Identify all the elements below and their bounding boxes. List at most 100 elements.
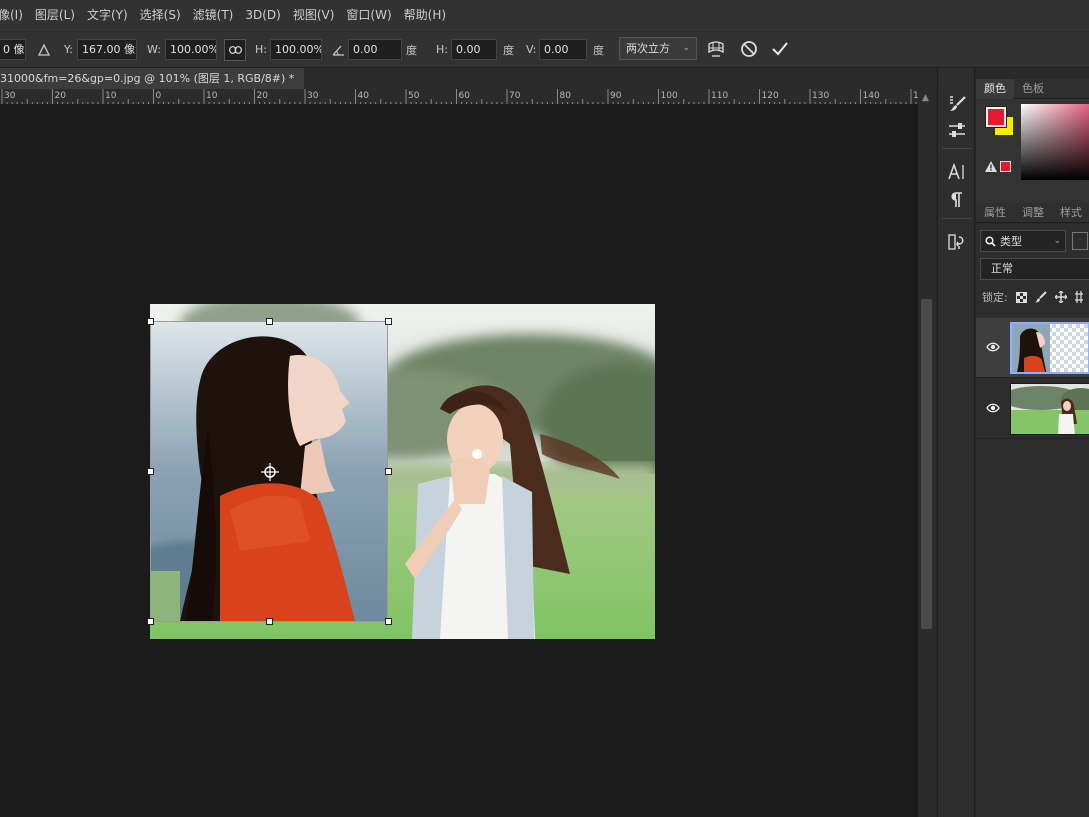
ruler-label: 70: [509, 91, 521, 101]
interpolation-value: 两次立方: [626, 42, 670, 55]
right-panels: 颜色 色板 属性 调整 样式 类型 ⌄ 正常 锁定:: [976, 68, 1089, 817]
ruler-label: 60: [459, 91, 471, 101]
lock-transparent-icon[interactable]: [1015, 291, 1027, 303]
link-icon: [228, 45, 242, 54]
layer-thumbnail: [1010, 322, 1089, 374]
menu-view[interactable]: 视图(V): [287, 0, 341, 31]
blend-mode-select[interactable]: 正常: [980, 258, 1089, 280]
ruler-label: 50: [408, 91, 420, 101]
chevron-down-icon: ⌄: [1053, 236, 1061, 246]
brush-settings-icon[interactable]: [938, 92, 976, 116]
ruler-label: 10: [105, 91, 117, 101]
tab-adjustments[interactable]: 调整: [1014, 203, 1052, 223]
layer-row-layer-1[interactable]: [976, 318, 1089, 378]
height-field[interactable]: 100.00%: [270, 39, 322, 60]
menu-filter[interactable]: 滤镜(T): [187, 0, 240, 31]
vskew-unit: 度: [593, 43, 604, 57]
lock-pixels-icon[interactable]: [1035, 291, 1047, 303]
layers-panel: 类型 ⌄ 正常 锁定:: [976, 224, 1089, 817]
horizontal-ruler: 30 20 10 0 10 20 30 40 50 60 70 80 90 100 110 120 130 140…: [0, 89, 918, 105]
angle-field[interactable]: 0.00: [348, 39, 402, 60]
menu-select[interactable]: 选择(S): [134, 0, 187, 31]
angle-icon: [332, 39, 345, 60]
ruler-label: 10: [206, 91, 218, 101]
tab-swatches[interactable]: 色板: [1014, 79, 1052, 99]
transform-handle-top-right[interactable]: [385, 318, 392, 325]
tab-properties[interactable]: 属性: [976, 203, 1014, 223]
lock-label: 锁定:: [982, 291, 1008, 304]
menu-type[interactable]: 文字(Y): [81, 0, 134, 31]
menu-bar: 像(I) 图层(L) 文字(Y) 选择(S) 滤镜(T) 3D(D) 视图(V)…: [0, 0, 1089, 31]
vskew-label: V:: [526, 43, 537, 56]
reference-point-icon[interactable]: [261, 463, 279, 481]
menu-image[interactable]: 像(I): [0, 0, 29, 31]
layer-row-background[interactable]: [976, 379, 1089, 439]
transform-handle-bottom-left[interactable]: [147, 618, 154, 625]
filter-image-icon[interactable]: [1072, 232, 1088, 250]
adjust-sliders-icon[interactable]: [938, 118, 976, 142]
menu-3d[interactable]: 3D(D): [239, 0, 286, 31]
transform-handle-top[interactable]: [266, 318, 273, 325]
paragraph-icon[interactable]: [938, 188, 976, 212]
transform-handle-bottom-right[interactable]: [385, 618, 392, 625]
search-icon: [985, 235, 996, 247]
lock-artboard-icon[interactable]: [1074, 291, 1083, 303]
document-tab-title: 31000&fm=26&gp=0.jpg @ 101% (图层 1, RGB/8…: [0, 72, 295, 85]
tab-color[interactable]: 颜色: [976, 78, 1014, 99]
transform-handle-bottom[interactable]: [266, 618, 273, 625]
ruler-label: 110: [711, 91, 728, 101]
hskew-unit: 度: [503, 43, 514, 57]
cancel-transform-icon[interactable]: [739, 38, 759, 59]
lock-position-icon[interactable]: [1054, 291, 1067, 303]
gamut-color-chip[interactable]: [1000, 160, 1011, 172]
x-position-field[interactable]: 0 像素: [0, 39, 26, 60]
chevron-down-icon: ⌄: [682, 43, 690, 53]
ruler-label: 90: [610, 91, 622, 101]
foreground-color-swatch[interactable]: [986, 107, 1006, 127]
ruler-ticks: 30 20 10 0 10 20 30 40 50 60 70 80 90 100 110 120 130 140…: [1, 89, 918, 104]
scrollbar-thumb[interactable]: [921, 299, 932, 629]
close-tab-icon[interactable]: ×: [302, 68, 304, 89]
vskew-field[interactable]: 0.00: [539, 39, 587, 60]
angle-unit: 度: [406, 43, 417, 57]
commit-transform-icon[interactable]: [770, 38, 790, 59]
ruler-label: 140: [863, 91, 880, 101]
hskew-field[interactable]: 0.00: [451, 39, 497, 60]
scroll-up-icon[interactable]: ▲: [922, 93, 929, 103]
transform-handle-top-left[interactable]: [147, 318, 154, 325]
out-of-gamut-warning[interactable]: [985, 159, 1015, 173]
ruler-label: 40: [358, 91, 370, 101]
history-icon[interactable]: [938, 230, 976, 254]
color-picker-field[interactable]: [1021, 104, 1089, 180]
options-bar: 0 像素 Y: 167.00 像素 W: 100.00% H: 100.00% …: [0, 31, 1089, 68]
visibility-eye-icon[interactable]: [986, 401, 1000, 415]
visibility-eye-icon[interactable]: [986, 340, 1000, 354]
canvas-vertical-scrollbar[interactable]: ▲: [918, 89, 936, 817]
interpolation-select[interactable]: 两次立方 ⌄: [619, 37, 697, 60]
warning-icon: [985, 160, 997, 172]
hskew-label: H:: [436, 43, 448, 56]
ruler-label: 100: [661, 91, 678, 101]
transform-handle-right[interactable]: [385, 468, 392, 475]
ruler-label: 0: [156, 91, 162, 101]
character-icon[interactable]: [938, 160, 976, 184]
tab-styles[interactable]: 样式: [1052, 203, 1089, 223]
width-field[interactable]: 100.00%: [165, 39, 217, 60]
menu-layer[interactable]: 图层(L): [29, 0, 81, 31]
relative-position-icon[interactable]: [38, 39, 50, 60]
lock-row: 锁定:: [982, 288, 1083, 306]
menu-help[interactable]: 帮助(H): [398, 0, 452, 31]
layer-filter-select[interactable]: 类型 ⌄: [980, 230, 1066, 252]
menu-window[interactable]: 窗口(W): [340, 0, 397, 31]
properties-panel-header: 属性 调整 样式: [976, 203, 1089, 223]
ruler-label: 20: [55, 91, 67, 101]
transform-handle-left[interactable]: [147, 468, 154, 475]
ruler-label: 30: [4, 91, 16, 101]
warp-mode-icon[interactable]: [706, 38, 726, 59]
document-tab[interactable]: 31000&fm=26&gp=0.jpg @ 101% (图层 1, RGB/8…: [0, 68, 304, 89]
link-aspect-button[interactable]: [224, 38, 246, 61]
y-label: Y:: [64, 43, 73, 56]
layer-filter-label: 类型: [1000, 235, 1022, 248]
ruler-label: 30: [307, 91, 319, 101]
y-position-field[interactable]: 167.00 像素: [77, 39, 137, 60]
